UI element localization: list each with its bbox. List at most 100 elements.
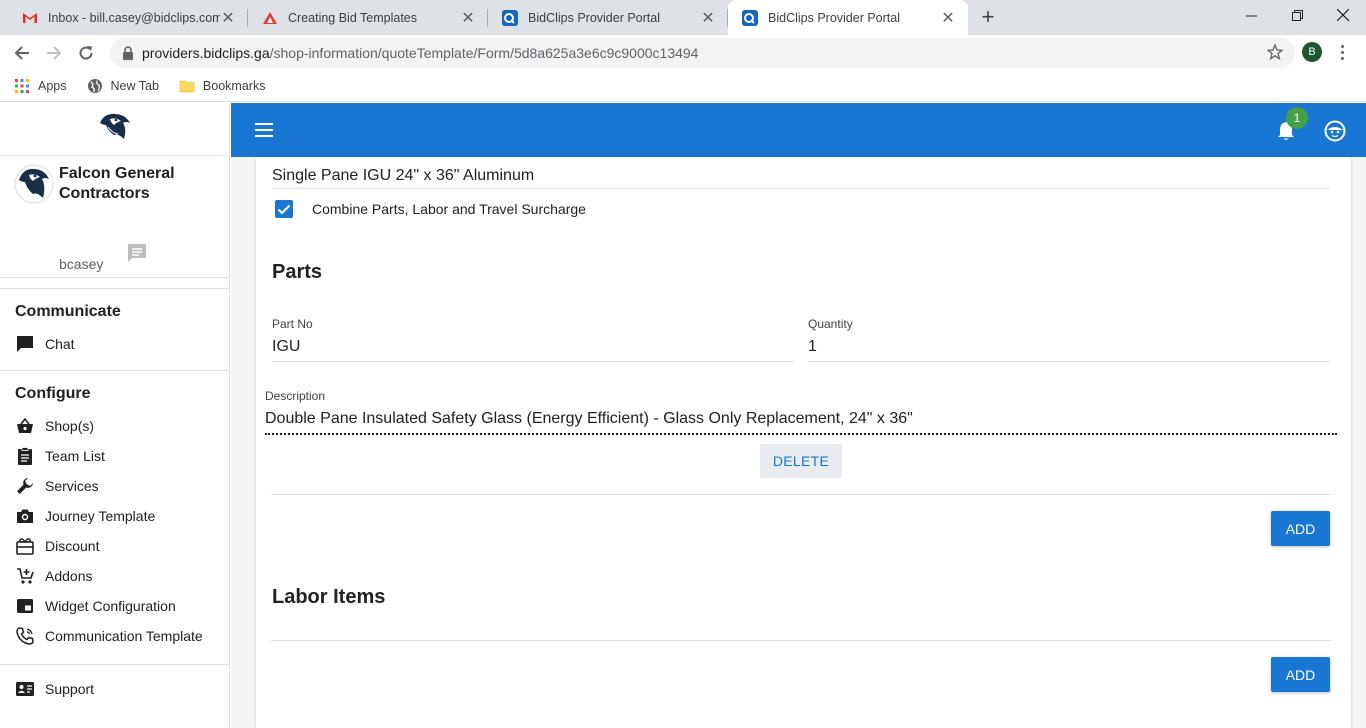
part-no-label: Part No [272,317,313,331]
bookmarks-bar: Apps New Tab Bookmarks [0,71,1366,102]
company-name: Falcon General Contractors [59,165,175,202]
combine-checkbox[interactable] [275,200,293,218]
falcon-logo-icon[interactable] [96,111,134,148]
username: bcasey [59,256,104,272]
bookmark-label: New Tab [110,79,159,93]
description-label: Description [265,389,326,403]
tab-title: BidClips Provider Portal [528,10,660,25]
sidebar-item-label: Services [45,478,99,494]
contact-card-icon [15,679,35,699]
sidebar-item-services[interactable]: Services [0,471,229,501]
quantity-input[interactable]: 1 [808,334,1330,362]
bookmark-star-icon[interactable] [1266,43,1284,63]
back-icon[interactable] [8,39,36,67]
sidebar-item-shops[interactable]: Shop(s) [0,411,229,441]
tab-title: BidClips Provider Portal [768,10,900,25]
forward-icon[interactable] [40,39,68,67]
sidebar-item-label: Support [45,681,95,697]
sidebar-item-label: Communication Template [45,628,203,644]
logo-row [0,103,229,156]
bookmark-folder[interactable]: Bookmarks [179,78,266,94]
add-labor-button[interactable]: ADD [1271,657,1330,692]
close-tab-icon[interactable]: ✕ [940,8,956,28]
sidebar-item-communication-template[interactable]: Communication Template [0,621,229,651]
address-bar[interactable]: providers.bidclips.ga/shop-information/q… [110,38,1295,68]
new-tab-button[interactable]: + [976,4,1000,30]
sidebar-item-addons[interactable]: Addons [0,561,229,591]
bookmark-new-tab[interactable]: New Tab [87,78,159,94]
bookmark-apps[interactable]: Apps [14,78,67,94]
close-window-icon[interactable] [1320,0,1366,30]
message-icon[interactable] [126,242,148,269]
restore-icon[interactable] [1274,0,1320,30]
bookmark-label: Apps [38,79,67,93]
account-face-icon[interactable] [1324,120,1346,147]
bookmark-label: Bookmarks [202,79,266,93]
nav-section-communicate: Communicate Chat [0,289,229,359]
url-host: providers.bidclips.ga [142,45,270,61]
bidclips-icon [502,9,518,26]
apps-grid-icon [14,78,30,94]
wrench-icon [15,476,35,496]
close-tab-icon[interactable]: ✕ [460,8,476,28]
phone-icon [15,626,35,646]
tab-title: Inbox - bill.casey@bidclips.com - [48,10,220,25]
browser-tab-bar: Inbox - bill.casey@bidclips.com - ✕ Crea… [0,0,1366,35]
nav-heading: Communicate [15,303,121,320]
combine-checkbox-label: Combine Parts, Labor and Travel Surcharg… [312,201,586,217]
avatar[interactable] [14,164,54,204]
sidebar-item-team-list[interactable]: Team List [0,441,229,471]
cart-add-icon [15,566,35,586]
tab-docs[interactable]: Creating Bid Templates ✕ [248,0,488,35]
docs-icon [262,10,278,26]
minimize-icon[interactable] [1228,0,1274,30]
chat-icon [15,334,35,354]
sidebar-item-label: Journey Template [45,508,156,524]
section-divider [271,494,1331,495]
delete-part-button[interactable]: DELETE [760,444,842,478]
sidebar-divider [0,278,229,289]
sidebar-item-widget-configuration[interactable]: Widget Configuration [0,591,229,621]
close-tab-icon[interactable]: ✕ [700,8,716,28]
close-tab-icon[interactable]: ✕ [220,8,236,28]
section-divider [271,640,1331,641]
browser-menu-icon[interactable] [1336,42,1348,62]
browser-toolbar: providers.bidclips.ga/shop-information/q… [0,35,1366,71]
clipboard-icon [15,446,35,466]
main-content: Single Pane IGU 24" x 36" Aluminum Combi… [231,157,1366,728]
gift-icon [15,536,35,556]
globe-icon [87,78,103,94]
tab-bidclips[interactable]: BidClips Provider Portal ✕ [488,0,728,35]
tab-gmail[interactable]: Inbox - bill.casey@bidclips.com - ✕ [8,0,248,35]
menu-icon[interactable] [255,123,273,137]
part-no-input[interactable]: IGU [272,334,794,362]
sidebar-item-support[interactable]: Support [0,674,229,704]
nav-section-configure: Configure Shop(s) Team List Services Jou… [0,371,229,651]
sidebar-item-label: Chat [45,336,75,352]
app-header: 1 [231,103,1366,157]
reload-icon[interactable] [72,39,100,67]
camera-icon [15,506,35,526]
sidebar-item-label: Team List [45,448,105,464]
tab-bidclips-active[interactable]: BidClips Provider Portal ✕ [728,0,968,35]
template-name-field[interactable]: Single Pane IGU 24" x 36" Aluminum [272,157,1330,189]
sidebar-divider [0,664,229,665]
template-form-card: Single Pane IGU 24" x 36" Aluminum Combi… [256,157,1351,728]
folder-icon [179,78,195,94]
add-part-button[interactable]: ADD [1271,511,1330,546]
sidebar-item-journey-template[interactable]: Journey Template [0,501,229,531]
labor-items-heading: Labor Items [272,586,386,608]
basket-icon [15,416,35,436]
lock-icon [122,46,134,60]
sidebar-item-label: Shop(s) [45,418,95,434]
gmail-icon [22,10,38,26]
tab-title: Creating Bid Templates [288,10,418,25]
description-input[interactable]: Double Pane Insulated Safety Glass (Ener… [265,409,1337,435]
notification-badge[interactable]: 1 [1286,107,1308,129]
sidebar-item-label: Widget Configuration [45,598,176,614]
url-path: /shop-information/quoteTemplate/Form/5d8… [269,45,699,61]
sidebar-item-discount[interactable]: Discount [0,531,229,561]
sidebar-item-chat[interactable]: Chat [0,329,229,359]
profile-avatar[interactable]: B [1302,42,1322,62]
sidebar-item-label: Discount [45,538,100,554]
